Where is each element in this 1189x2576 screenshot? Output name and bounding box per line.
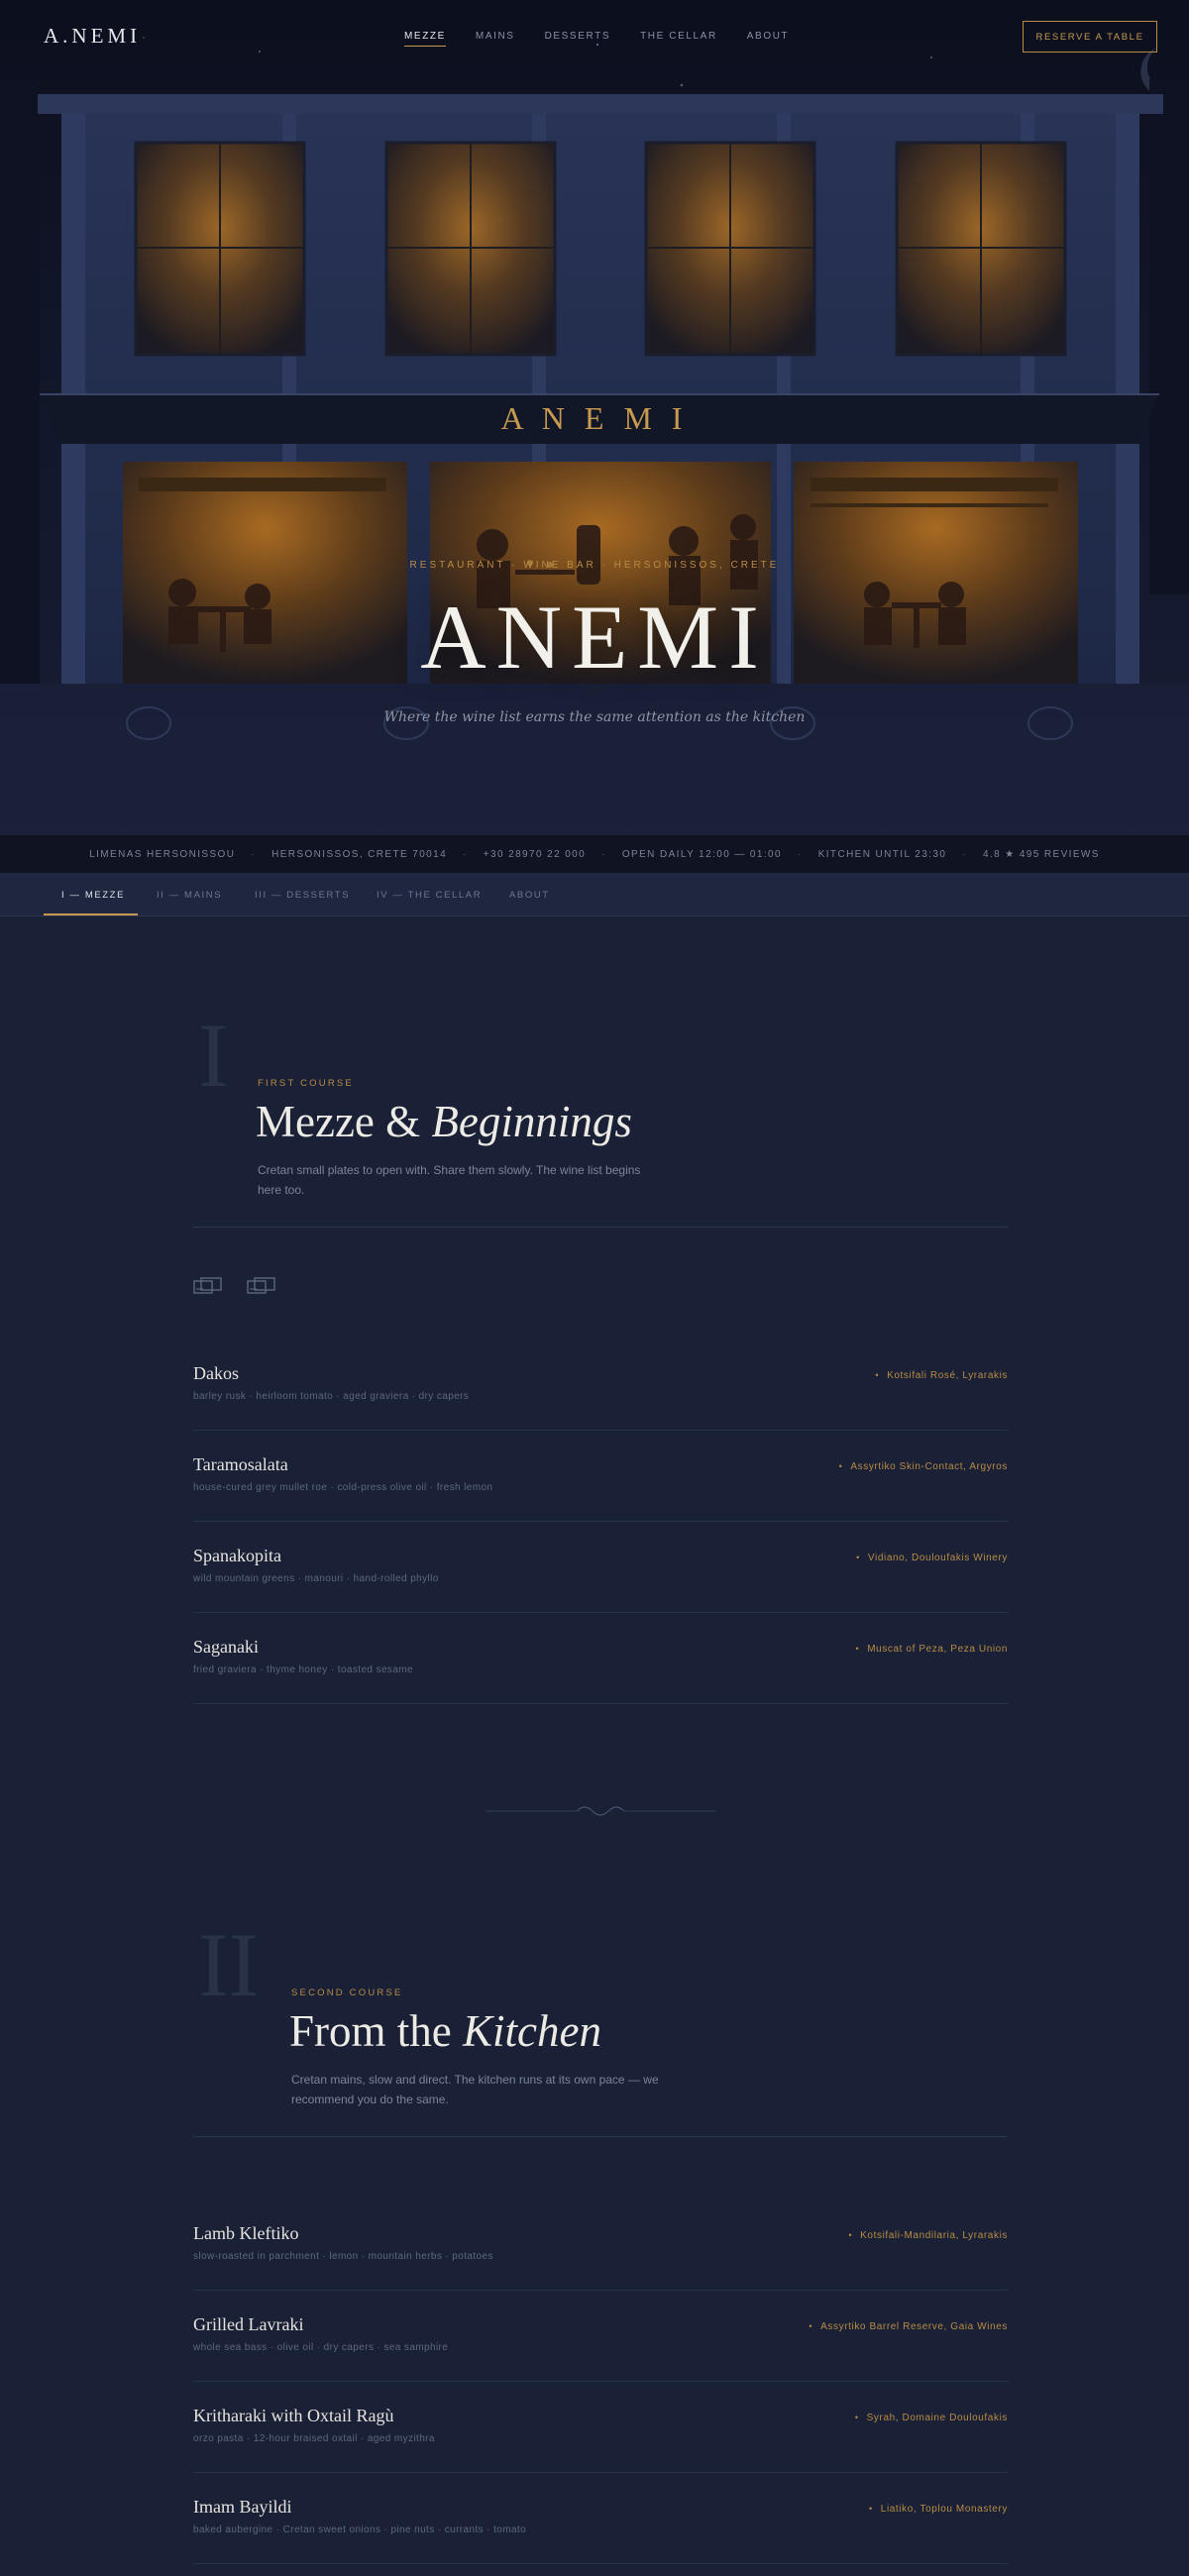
wine-pairing: Kotsifali-Mandilaria, Lyrarakis [848,2230,1008,2241]
dish-item[interactable]: Lamb Kleftiko slow-roasted in parchment … [193,2200,1008,2291]
dish-item[interactable]: Spanakopita wild mountain greens · manou… [193,1522,1008,1613]
dish-item[interactable]: Dakos barley rusk · heirloom tomato · ag… [193,1340,1008,1431]
dish-description: orzo pasta · 12-hour braised oxtail · ag… [193,2433,435,2444]
tab-the-cellar[interactable]: IV — THE CELLAR [377,873,482,916]
dish-name: Taramosalata [193,1454,288,1474]
dish-name: Grilled Lavraki [193,2314,304,2334]
info-rating[interactable]: 4.8 ★ 495 REVIEWS [983,849,1100,860]
section-rule [193,1227,1008,1228]
section-numeral: II [198,1914,260,2015]
tab-mezze[interactable]: I — MEZZE [61,873,125,916]
hero-tagline: RESTAURANT · WINE BAR · HERSONISSOS, CRE… [409,560,780,571]
card-icon[interactable] [193,1276,223,1296]
building-roof [38,94,1163,114]
wine-pairing: Assyrtiko Barrel Reserve, Gaia Wines [809,2321,1008,2332]
section-rule [193,2136,1008,2137]
dish-name: Imam Bayildi [193,2497,292,2517]
dish-name: Saganaki [193,1637,259,1657]
menu-tab-bar: I — MEZZE II — MAINS III — DESSERTS IV —… [0,873,1189,916]
logo[interactable]: A.NEMI [44,24,141,49]
section-icons [193,1276,276,1296]
info-separator: · [962,848,968,860]
dish-item[interactable]: Saganaki fried graviera · thyme honey · … [193,1613,1008,1704]
wine-pairing: Vidiano, Douloufakis Winery [856,1553,1008,1563]
section-title: Mezze & Beginnings [256,1096,632,1147]
wine-pairing: Liatiko, Toplou Monastery [869,2504,1008,2515]
section-description: Cretan mains, slow and direct. The kitch… [291,2073,659,2106]
section-title-italic: Kitchen [463,2006,601,2056]
tab-desserts[interactable]: III — DESSERTS [255,873,350,916]
dish-description: house-cured grey mullet roe · cold-press… [193,1482,493,1493]
dish-name: Lamb Kleftiko [193,2223,299,2243]
dish-description: baked aubergine · Cretan sweet onions · … [193,2524,527,2535]
nav-links: MEZZE MAINS DESSERTS THE CELLAR ABOUT [404,31,789,47]
wine-pairing: Muscat of Peza, Peza Union [855,1644,1008,1655]
nav-link-desserts[interactable]: DESSERTS [545,31,611,47]
wine-pairing: Assyrtiko Skin-Contact, Argyros [839,1461,1008,1472]
dish-name: Kritharaki with Oxtail Ragù [193,2406,394,2425]
dish-name: Spanakopita [193,1546,281,1565]
dish-description: slow-roasted in parchment · lemon · moun… [193,2251,493,2262]
info-separator: · [463,848,468,860]
dish-description: barley rusk · heirloom tomato · aged gra… [193,1391,470,1402]
section-numeral: I [198,1005,229,1106]
reserve-table-button[interactable]: RESERVE A TABLE [1023,21,1157,53]
section-description: Cretan small plates to open with. Share … [258,1163,641,1197]
tab-about[interactable]: ABOUT [509,873,550,916]
tab-mains[interactable]: II — MAINS [157,873,222,916]
info-hours: OPEN DAILY 12:00 — 01:00 [621,848,782,860]
section-title-plain: From the [289,2006,463,2056]
info-kitchen-hours: KITCHEN UNTIL 23:30 [817,848,947,860]
wine-pairing: Kotsifali Rosé, Lyrarakis [875,1370,1008,1381]
dish-item[interactable]: Kritharaki with Oxtail Ragù orzo pasta ·… [193,2382,1008,2473]
nav-link-about[interactable]: ABOUT [747,31,789,47]
info-bar: LIMENAS HERSONISSOU · HERSONISSOS, CRETE… [0,835,1189,873]
active-tab-indicator [44,913,138,915]
hero-title: ANEMI [420,587,769,688]
info-separator: · [601,848,606,860]
info-separator: · [251,848,257,860]
dish-description: wild mountain greens · manouri · hand-ro… [193,1573,439,1584]
card-icon[interactable] [247,1276,276,1296]
info-separator: · [797,848,803,860]
dish-name: Dakos [193,1363,239,1383]
dish-item[interactable]: Imam Bayildi baked aubergine · Cretan sw… [193,2473,1008,2564]
wine-pairing: Syrah, Domaine Douloufakis [855,2413,1008,2423]
info-address: HERSONISSOS, CRETE 70014 [271,848,448,860]
section-title-plain: Mezze & [256,1097,432,1146]
info-location: LIMENAS HERSONISSOU [89,848,236,860]
section-eyebrow: SECOND COURSE [291,1987,403,1998]
dish-description: fried graviera · thyme honey · toasted s… [193,1664,413,1675]
hero: A N E M I RESTAURANT · WINE BAR · HERSON… [0,0,1189,835]
dish-description: whole sea bass · olive oil · dry capers … [193,2342,449,2353]
hero-sign-text: A N E M I [500,400,689,436]
section-title: From the Kitchen [289,2005,601,2057]
dish-item[interactable]: Taramosalata house-cured grey mullet roe… [193,1431,1008,1522]
section-eyebrow: FIRST COURSE [258,1078,354,1089]
ornament-divider [486,1806,715,1816]
hero-subtitle: Where the wine list earns the same atten… [383,709,806,725]
dish-item[interactable]: Grilled Lavraki whole sea bass · olive o… [193,2291,1008,2382]
nav-link-the-cellar[interactable]: THE CELLAR [640,31,717,47]
info-phone[interactable]: +30 28970 22 000 [484,849,586,860]
top-nav: A.NEMI MEZZE MAINS DESSERTS THE CELLAR A… [0,0,1189,74]
nav-link-mezze[interactable]: MEZZE [404,31,446,47]
section-title-italic: Beginnings [431,1097,632,1146]
nav-link-mains[interactable]: MAINS [476,31,515,47]
